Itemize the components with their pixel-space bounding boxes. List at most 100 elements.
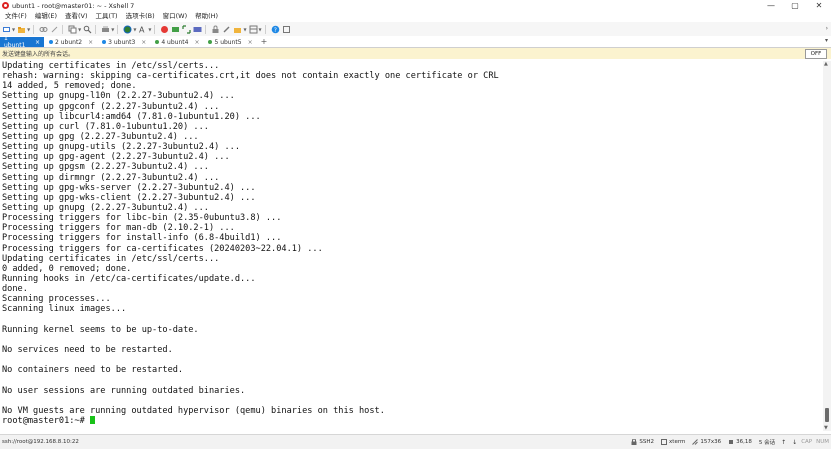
toolbar-separator bbox=[264, 24, 266, 34]
menu-help[interactable]: 帮助(H) bbox=[191, 11, 222, 22]
tab-close-icon[interactable]: × bbox=[194, 39, 199, 46]
terminal-line: Processing triggers for man-db (2.10.2-1… bbox=[2, 223, 235, 234]
terminal-output[interactable]: Updating certificates in /etc/ssl/certs.… bbox=[0, 61, 823, 431]
copy-button[interactable] bbox=[68, 25, 77, 34]
dropdown-arrow-icon[interactable]: ▼ bbox=[148, 27, 151, 32]
print-button[interactable] bbox=[101, 25, 110, 34]
terminal-line: rehash: warning: skipping ca-certificate… bbox=[2, 71, 499, 82]
session-tab-bar: 1 ubunt1 × 2 ubunt2 × 3 ubunt3 × 4 ubunt… bbox=[0, 35, 831, 49]
help-button[interactable]: ? bbox=[271, 25, 280, 34]
menu-view[interactable]: 查看(V) bbox=[61, 11, 92, 22]
dropdown-arrow-icon[interactable]: ▼ bbox=[259, 27, 262, 32]
tab-label: 5 ubunt5 bbox=[214, 38, 242, 46]
toolbar-separator bbox=[154, 24, 156, 34]
menu-window[interactable]: 窗口(W) bbox=[159, 11, 192, 22]
open-folder-button[interactable] bbox=[17, 25, 26, 34]
menu-tab[interactable]: 选项卡(B) bbox=[122, 11, 159, 22]
resize-icon bbox=[692, 439, 699, 445]
dropdown-arrow-icon[interactable]: ▼ bbox=[27, 27, 30, 32]
dropdown-arrow-icon[interactable]: ▼ bbox=[12, 27, 15, 32]
compose-off-button[interactable]: OFF bbox=[805, 49, 827, 59]
xftp-icon bbox=[161, 25, 169, 33]
num-lock-indicator: NUM bbox=[816, 439, 829, 445]
lock-icon bbox=[631, 439, 637, 445]
font-icon: A bbox=[139, 25, 145, 34]
tab-label: 3 ubunt3 bbox=[108, 38, 136, 46]
transfer-icon bbox=[172, 26, 180, 32]
menu-edit[interactable]: 编辑(E) bbox=[31, 11, 61, 22]
terminal-line: Scanning linux images... bbox=[2, 304, 127, 315]
terminal-size-status: 157x36 bbox=[692, 439, 721, 445]
layout-button[interactable] bbox=[249, 25, 258, 34]
terminal-line: Updating certificates in /etc/ssl/certs.… bbox=[2, 253, 220, 264]
xftp-button[interactable] bbox=[160, 25, 169, 34]
menu-bar: 文件(F) 编辑(E) 查看(V) 工具(T) 选项卡(B) 窗口(W) 帮助(… bbox=[0, 11, 831, 22]
terminal-prompt-line[interactable]: root@master01:~# bbox=[0, 415, 823, 426]
tab-close-icon[interactable]: × bbox=[248, 39, 253, 46]
tab-ubunt2[interactable]: 2 ubunt2 × bbox=[45, 37, 98, 47]
tab-ubunt3[interactable]: 3 ubunt3 × bbox=[98, 37, 151, 47]
terminal-scrollbar[interactable]: ▲ ▼ bbox=[823, 61, 831, 431]
add-tab-button[interactable]: + bbox=[258, 37, 271, 47]
tab-ubunt1[interactable]: 1 ubunt1 × bbox=[0, 35, 44, 49]
cursor-position-icon bbox=[729, 440, 734, 444]
protocol-label: SSH2 bbox=[639, 439, 655, 445]
script-button[interactable] bbox=[222, 25, 231, 34]
scroll-up-icon[interactable]: ▲ bbox=[824, 61, 828, 67]
reconnect-button[interactable] bbox=[39, 25, 48, 34]
terminal-line: No services need to be restarted. bbox=[2, 344, 173, 355]
terminal-line: Processing triggers for install-info (6.… bbox=[2, 233, 282, 244]
toolbar-separator bbox=[205, 24, 207, 34]
maximize-button[interactable]: ▢ bbox=[783, 0, 807, 11]
tab-ubunt4[interactable]: 4 ubunt4 × bbox=[151, 37, 204, 47]
expand-button[interactable] bbox=[182, 24, 192, 34]
bookmark-button[interactable] bbox=[282, 25, 291, 34]
dropdown-arrow-icon[interactable]: ▼ bbox=[111, 27, 114, 32]
session-count-label: 5 会话 bbox=[758, 440, 776, 446]
minimize-button[interactable]: — bbox=[759, 0, 783, 11]
session-manager-button[interactable] bbox=[233, 25, 242, 34]
svg-text:?: ? bbox=[273, 27, 276, 34]
dropdown-arrow-icon[interactable]: ▼ bbox=[243, 27, 246, 32]
menu-file[interactable]: 文件(F) bbox=[0, 11, 31, 22]
dropdown-arrow-icon[interactable]: ▼ bbox=[78, 27, 81, 32]
bookmark-icon bbox=[282, 25, 290, 33]
window-title: ubunt1 - root@master01: ~ - Xshell 7 bbox=[12, 1, 135, 10]
find-button[interactable] bbox=[83, 25, 92, 34]
new-session-button[interactable] bbox=[2, 25, 11, 34]
toolbar-separator bbox=[33, 24, 35, 34]
terminal-icon bbox=[661, 439, 668, 445]
menu-tools[interactable]: 工具(T) bbox=[92, 11, 122, 22]
terminal-line: Setting up gpg-wks-client (2.2.27-3ubunt… bbox=[2, 192, 256, 203]
tab-close-icon[interactable]: × bbox=[88, 39, 93, 46]
terminal-line: Scanning processes... bbox=[2, 294, 111, 305]
transfer-button[interactable] bbox=[171, 25, 180, 34]
terminal-line: No containers need to be restarted. bbox=[2, 365, 184, 376]
globe-icon bbox=[123, 25, 132, 33]
tab-close-icon[interactable]: × bbox=[35, 39, 40, 46]
dropdown-arrow-icon[interactable]: ▼ bbox=[133, 27, 136, 32]
keyboard-icon bbox=[193, 26, 202, 32]
scroll-down-icon[interactable]: ▼ bbox=[824, 425, 828, 431]
keyboard-button[interactable] bbox=[193, 25, 202, 34]
tab-ubunt5[interactable]: 5 ubunt5 × bbox=[204, 37, 257, 47]
new-session-icon bbox=[3, 26, 10, 32]
tab-list-chevron-icon[interactable]: ▾ bbox=[825, 37, 828, 44]
close-button[interactable]: ✕ bbox=[807, 0, 831, 11]
connected-status-icon bbox=[155, 40, 160, 44]
tab-close-icon[interactable]: × bbox=[141, 39, 146, 46]
terminal-type-label: xterm bbox=[669, 439, 686, 445]
terminal-line: 14 added, 5 removed; done. bbox=[2, 81, 137, 92]
globe-button[interactable] bbox=[123, 25, 132, 34]
compose-bar-text: 发送键盘输入的所有会话。 bbox=[2, 51, 75, 58]
disconnect-button[interactable] bbox=[50, 25, 59, 34]
scrollbar-thumb[interactable] bbox=[825, 408, 829, 422]
lock-button[interactable] bbox=[211, 25, 220, 34]
terminal-line: Setting up gnupg (2.2.27-3ubuntu2.4) ... bbox=[2, 202, 209, 213]
toolbar: ▼ ▼ ▼ ▼ ▼ A ▼ ▼ ▼ ? › bbox=[0, 22, 831, 37]
caps-lock-indicator: CAP bbox=[801, 439, 813, 445]
session-count-status: 5 会话 bbox=[759, 438, 775, 446]
chevron-right-icon[interactable]: › bbox=[826, 25, 828, 32]
font-button[interactable]: A bbox=[138, 25, 147, 34]
